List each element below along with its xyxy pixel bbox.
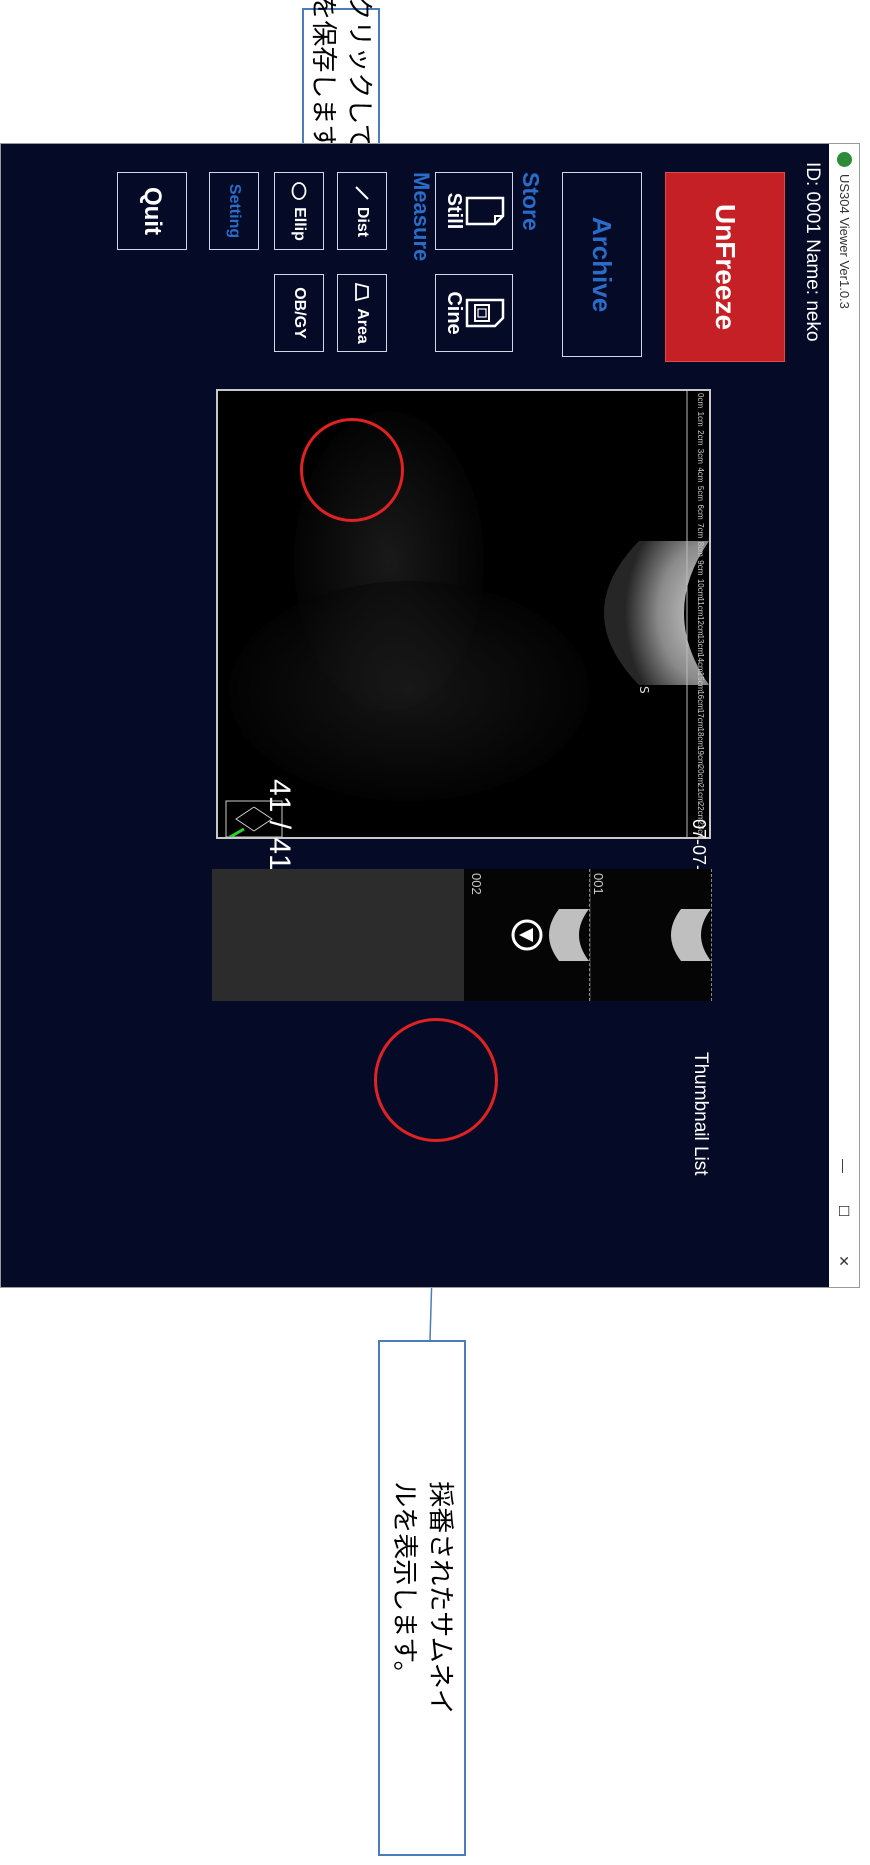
still-button[interactable]: Still [435,172,513,250]
still-label: Still [443,192,466,230]
measure-section-label: Measure [409,172,434,262]
setting-label: Setting [226,183,243,239]
obgy-label: OB/GY [291,287,308,339]
depth-ruler: 0cm 1cm 2cm 3cm 4cm 5cm 6cm 7cm 8cm 9cm 10cm 11cm 12… [685,391,709,839]
highlight-circle-thumbnail [374,1018,498,1142]
setting-button[interactable]: Setting [209,172,259,250]
dist-button[interactable]: Dist [337,172,387,250]
ruler-tick-label: 11cm [696,597,705,617]
store-section-label: Store [518,172,544,231]
ruler-tick-label: 14cm [696,653,705,673]
film-document-icon [466,298,505,328]
patient-info: ID: 0001 Name: neko [802,162,823,342]
ellip-button[interactable]: Ellip [274,172,324,250]
close-button[interactable]: ✕ [832,1239,856,1283]
ruler-tick-label: 1cm [696,411,705,427]
scale-marker: S [637,686,651,694]
cine-label: Cine [443,291,466,335]
quit-label: Quit [139,187,166,235]
unfreeze-label: UnFreeze [710,203,741,331]
polygon-icon [355,283,369,302]
window-title: US304 Viewer Ver1.0.3 [837,174,852,309]
archive-label: Archive [587,216,618,313]
ruler-tick-label: 2cm [696,430,705,446]
ruler-tick-label: 5cm [696,485,705,502]
unfreeze-button[interactable]: UnFreeze [665,172,785,362]
document-icon [466,196,505,226]
ruler-tick-label: 20cm [696,764,705,785]
thumbnail-panel: 001 002 [212,869,712,1001]
thumbnail-label: 002 [469,873,484,895]
ellip-label: Ellip [291,207,308,241]
thumbnail-scan-image [671,909,711,961]
ruler-tick-label: 6cm [696,504,705,520]
ruler-tick-label: 13cm [696,634,705,655]
minimize-button[interactable]: — [832,1144,856,1188]
thumbnail-item[interactable]: 002 [464,869,590,1001]
title-bar: US304 Viewer Ver1.0.3 — ☐ ✕ [829,144,859,1287]
ruler-tick-label: 12cm [696,616,705,636]
ruler-tick-label: 21cm [696,783,705,803]
ruler-tick-label: 16cm [696,690,705,710]
ruler-tick-label: 9cm [696,560,705,576]
quit-button[interactable]: Quit [117,172,187,250]
thumbnail-item[interactable]: 001 [591,869,712,1001]
area-button[interactable]: Area [337,274,387,352]
area-label: Area [354,308,371,344]
frame-counter: 41 / 41 [263,779,296,871]
obgy-button[interactable]: OB/GY [274,274,324,352]
thumbnail-label: 001 [591,873,606,895]
ruler-tick-label: 10cm [696,578,705,599]
highlight-circle-cine [300,418,404,522]
ellipse-icon [291,182,307,201]
ruler-tick-label: 8cm [696,541,705,557]
ultrasound-scan [218,391,709,837]
ruler-tick-label: 15cm [696,671,705,692]
ruler-tick-label: 18cm [696,727,705,748]
ruler-tick-label: 7cm [696,523,705,539]
thumbnail-list-title: Thumbnail List [690,1052,711,1176]
ruler-tick-label: 19cm [696,746,705,766]
ruler-tick-label: 3cm [696,448,705,464]
line-icon [355,186,369,200]
cine-button[interactable]: Cine [435,274,513,352]
ultrasound-image[interactable]: 0cm 1cm 2cm 3cm 4cm 5cm 6cm 7cm 8cm 9cm 10cm 11cm 12… [216,389,711,839]
app-logo-icon [837,152,852,167]
maximize-button[interactable]: ☐ [832,1189,856,1233]
archive-button[interactable]: Archive [562,172,642,357]
dist-label: Dist [354,206,371,238]
ruler-tick-label: 17cm [696,708,705,729]
ruler-tick-label: 4cm [696,467,705,483]
ruler-tick-label: 0cm [696,393,705,409]
